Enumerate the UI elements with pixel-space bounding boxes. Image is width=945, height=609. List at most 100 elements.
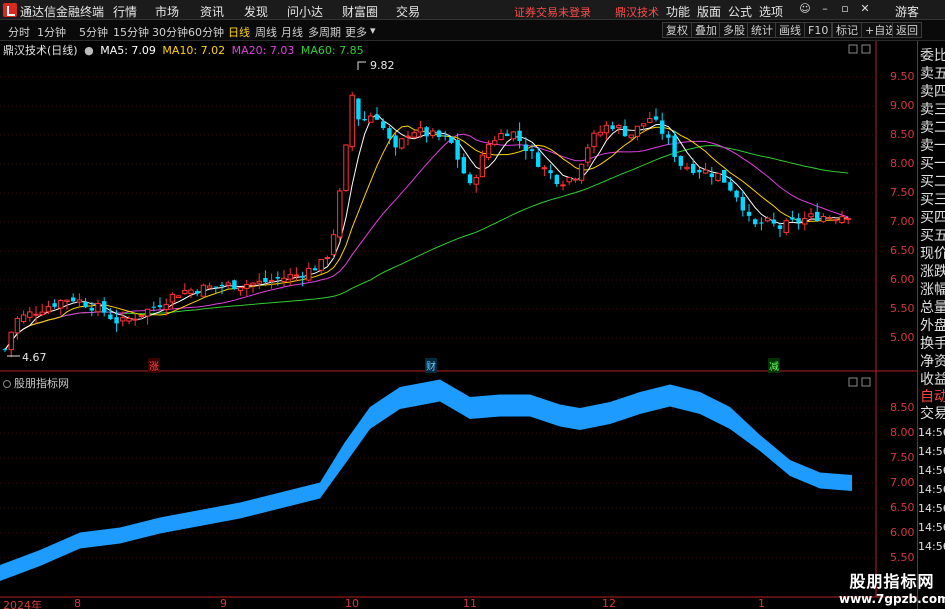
- time-tick-dec: 12: [602, 597, 616, 609]
- time-tick-jan: 1: [758, 597, 765, 609]
- candle-body: [39, 311, 45, 316]
- high-pointer: [357, 61, 366, 70]
- candle-body: [126, 318, 132, 322]
- candle-body: [746, 211, 752, 216]
- side-item-weibi[interactable]: 委比: [920, 45, 945, 65]
- candle-body: [200, 284, 207, 297]
- side-item-buy2[interactable]: 买二: [920, 171, 945, 191]
- candle-body: [498, 133, 504, 141]
- candle-body: [796, 218, 801, 223]
- side-item-outer[interactable]: 外盘: [920, 315, 945, 335]
- side-item-buy1[interactable]: 买一: [920, 153, 945, 173]
- side-item-price[interactable]: 现价: [920, 243, 945, 263]
- ma20-line: [4, 133, 849, 350]
- side-item-change[interactable]: 涨跌: [920, 261, 945, 281]
- candle-body: [362, 118, 367, 121]
- candle-body: [660, 120, 665, 134]
- side-item-sell1[interactable]: 卖一: [920, 135, 945, 155]
- candle-body: [697, 169, 702, 173]
- price-tick: 5.50: [890, 302, 915, 315]
- candle-body: [473, 177, 479, 185]
- candle-body: [672, 135, 677, 158]
- kline-chart[interactable]: [0, 0, 945, 609]
- candle-body: [182, 290, 188, 295]
- candle-body: [45, 306, 52, 313]
- candle-body: [820, 216, 827, 222]
- candle-body: [523, 144, 528, 152]
- candle-body: [461, 157, 466, 174]
- time-tick-nov: 11: [463, 597, 477, 609]
- candle-body: [826, 217, 833, 220]
- side-item-change-pct[interactable]: 涨幅: [920, 279, 945, 299]
- candle-body: [8, 331, 14, 351]
- candle-body: [219, 284, 225, 287]
- candle-body: [349, 94, 355, 148]
- candle-body: [225, 282, 231, 286]
- candle-body: [815, 211, 820, 221]
- candle-body: [678, 156, 683, 166]
- indicator-header[interactable]: 股朋指标网: [3, 375, 69, 391]
- indicator-tick: 6.50: [890, 501, 915, 514]
- candle-body: [399, 138, 405, 149]
- candle-body: [411, 132, 417, 138]
- side-time: 14:56: [918, 502, 945, 515]
- candle-body: [138, 315, 145, 318]
- side-item-net-asset[interactable]: 净资: [920, 351, 945, 371]
- candle-body: [666, 134, 671, 138]
- candle-body: [89, 307, 94, 311]
- candle-body: [548, 170, 553, 174]
- indicator-name: 股朋指标网: [14, 377, 69, 390]
- event-marker-rise[interactable]: 涨: [148, 358, 160, 373]
- candle-body: [52, 303, 57, 307]
- candle-body: [753, 219, 758, 225]
- candle-body: [715, 172, 721, 181]
- candle-body: [560, 184, 566, 187]
- candle-body: [287, 274, 293, 280]
- candle-body: [764, 217, 771, 222]
- candle-body: [368, 115, 374, 123]
- candle-body: [597, 131, 603, 136]
- candle-body: [169, 293, 176, 303]
- candle-body: [449, 136, 454, 143]
- indicator-tick: 7.00: [890, 476, 915, 489]
- side-trade-button[interactable]: 交易: [920, 403, 945, 423]
- event-marker-finance[interactable]: 财: [425, 358, 437, 373]
- low-price-label: 4.67: [22, 351, 47, 364]
- candle-body: [839, 216, 845, 223]
- candle-body: [585, 147, 591, 163]
- candle-body: [510, 131, 517, 140]
- candle-body: [33, 313, 39, 316]
- side-item-turnover[interactable]: 换手: [920, 333, 945, 353]
- indicator-settings-icon[interactable]: [3, 380, 11, 388]
- candle-body: [541, 167, 548, 170]
- side-item-sell2[interactable]: 卖二: [920, 117, 945, 137]
- side-item-buy5[interactable]: 买五: [920, 225, 945, 245]
- candle-body: [237, 287, 244, 292]
- candle-body: [566, 177, 572, 183]
- candle-body: [424, 127, 429, 137]
- price-tick: 9.00: [890, 99, 915, 112]
- side-item-buy4[interactable]: 买四: [920, 207, 945, 227]
- indicator-tick: 7.50: [890, 451, 915, 464]
- price-tick: 8.50: [890, 128, 915, 141]
- candle-body: [833, 219, 839, 222]
- candle-body: [387, 128, 392, 139]
- side-item-sell4[interactable]: 卖四: [920, 81, 945, 101]
- candle-body: [578, 163, 585, 181]
- candle-body: [622, 125, 628, 137]
- candle-body: [492, 140, 498, 145]
- price-tick: 7.50: [890, 186, 915, 199]
- candle-body: [610, 125, 615, 130]
- side-item-volume[interactable]: 总量: [920, 297, 945, 317]
- candle-body: [300, 275, 305, 278]
- candle-body: [628, 134, 634, 139]
- side-item-sell3[interactable]: 卖三: [920, 99, 945, 119]
- candle-body: [603, 124, 610, 134]
- candle-body: [777, 225, 783, 229]
- side-time: 14:56: [918, 521, 945, 534]
- candle-body: [517, 130, 522, 142]
- side-item-sell5[interactable]: 卖五: [920, 63, 945, 83]
- event-marker-reduce[interactable]: 减: [768, 358, 780, 373]
- panel-toggle-icons[interactable]: [848, 44, 871, 387]
- side-item-buy3[interactable]: 买三: [920, 189, 945, 209]
